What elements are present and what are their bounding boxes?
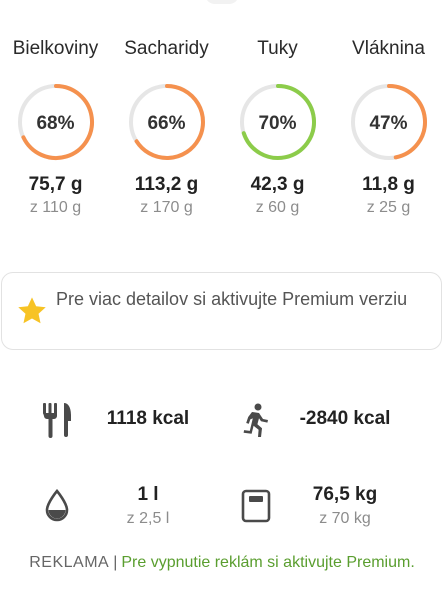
macro-percent: 47% — [369, 113, 408, 134]
macro-name: Bielkoviny — [12, 38, 99, 59]
weight-stat: 76,5 kg z 70 kg — [295, 484, 395, 528]
exercise-calories: -2840 kcal — [299, 408, 391, 429]
scale-icon — [241, 489, 271, 523]
top-handle — [205, 0, 239, 4]
macro-name: Tuky — [257, 38, 298, 59]
running-icon — [243, 403, 268, 437]
water-drop-icon — [45, 489, 69, 522]
macro-fat: Tuky 70% 42,3 g z 60 g — [222, 36, 333, 217]
ad-footer: REKLAMA | Pre vypnutie reklám si aktivujte… — [0, 554, 444, 572]
macro-goal: z 25 g — [366, 199, 411, 216]
macro-percent: 70% — [258, 113, 297, 134]
water-stat: 1 l z 2,5 l — [98, 484, 198, 528]
macro-value: 11,8 g — [362, 174, 415, 195]
weight-value: 76,5 kg — [312, 484, 378, 505]
macros-section: Bielkoviny 68% 75,7 g z 110 g Sacharidy … — [0, 36, 444, 232]
star-icon — [18, 297, 46, 324]
macro-fiber: Vláknina 47% 11,8 g z 25 g — [333, 36, 444, 217]
macro-goal: z 60 g — [255, 199, 300, 216]
macro-value: 113,2 g — [134, 174, 199, 195]
macro-value: 75,7 g — [28, 174, 83, 195]
food-calories: 1118 kcal — [106, 408, 190, 429]
food-stat: 1118 kcal — [94, 408, 202, 430]
remove-ads-link[interactable]: Pre vypnutie reklám si aktivujte Premium… — [121, 554, 414, 571]
macro-goal: z 110 g — [29, 199, 82, 216]
macro-goal: z 170 g — [140, 199, 193, 216]
macro-percent: 68% — [36, 113, 75, 134]
macro-name: Vláknina — [352, 38, 425, 59]
water-value: 1 l — [137, 484, 159, 505]
ad-separator: | — [113, 554, 118, 571]
ad-label: REKLAMA — [29, 554, 110, 571]
macro-protein: Bielkoviny 68% 75,7 g z 110 g — [0, 36, 111, 217]
water-goal: z 2,5 l — [126, 510, 170, 527]
premium-text: Pre viac detailov si aktivujte Premium v… — [56, 289, 408, 309]
macro-value: 42,3 g — [250, 174, 305, 195]
weight-goal: z 70 kg — [319, 510, 371, 527]
macro-name: Sacharidy — [124, 38, 209, 59]
macro-carbs: Sacharidy 66% 113,2 g z 170 g — [111, 36, 222, 217]
fork-knife-icon — [43, 403, 71, 438]
macro-percent: 66% — [147, 113, 186, 134]
premium-banner[interactable]: Pre viac detailov si aktivujte Premium v… — [1, 272, 442, 350]
exercise-stat: -2840 kcal — [287, 408, 403, 430]
